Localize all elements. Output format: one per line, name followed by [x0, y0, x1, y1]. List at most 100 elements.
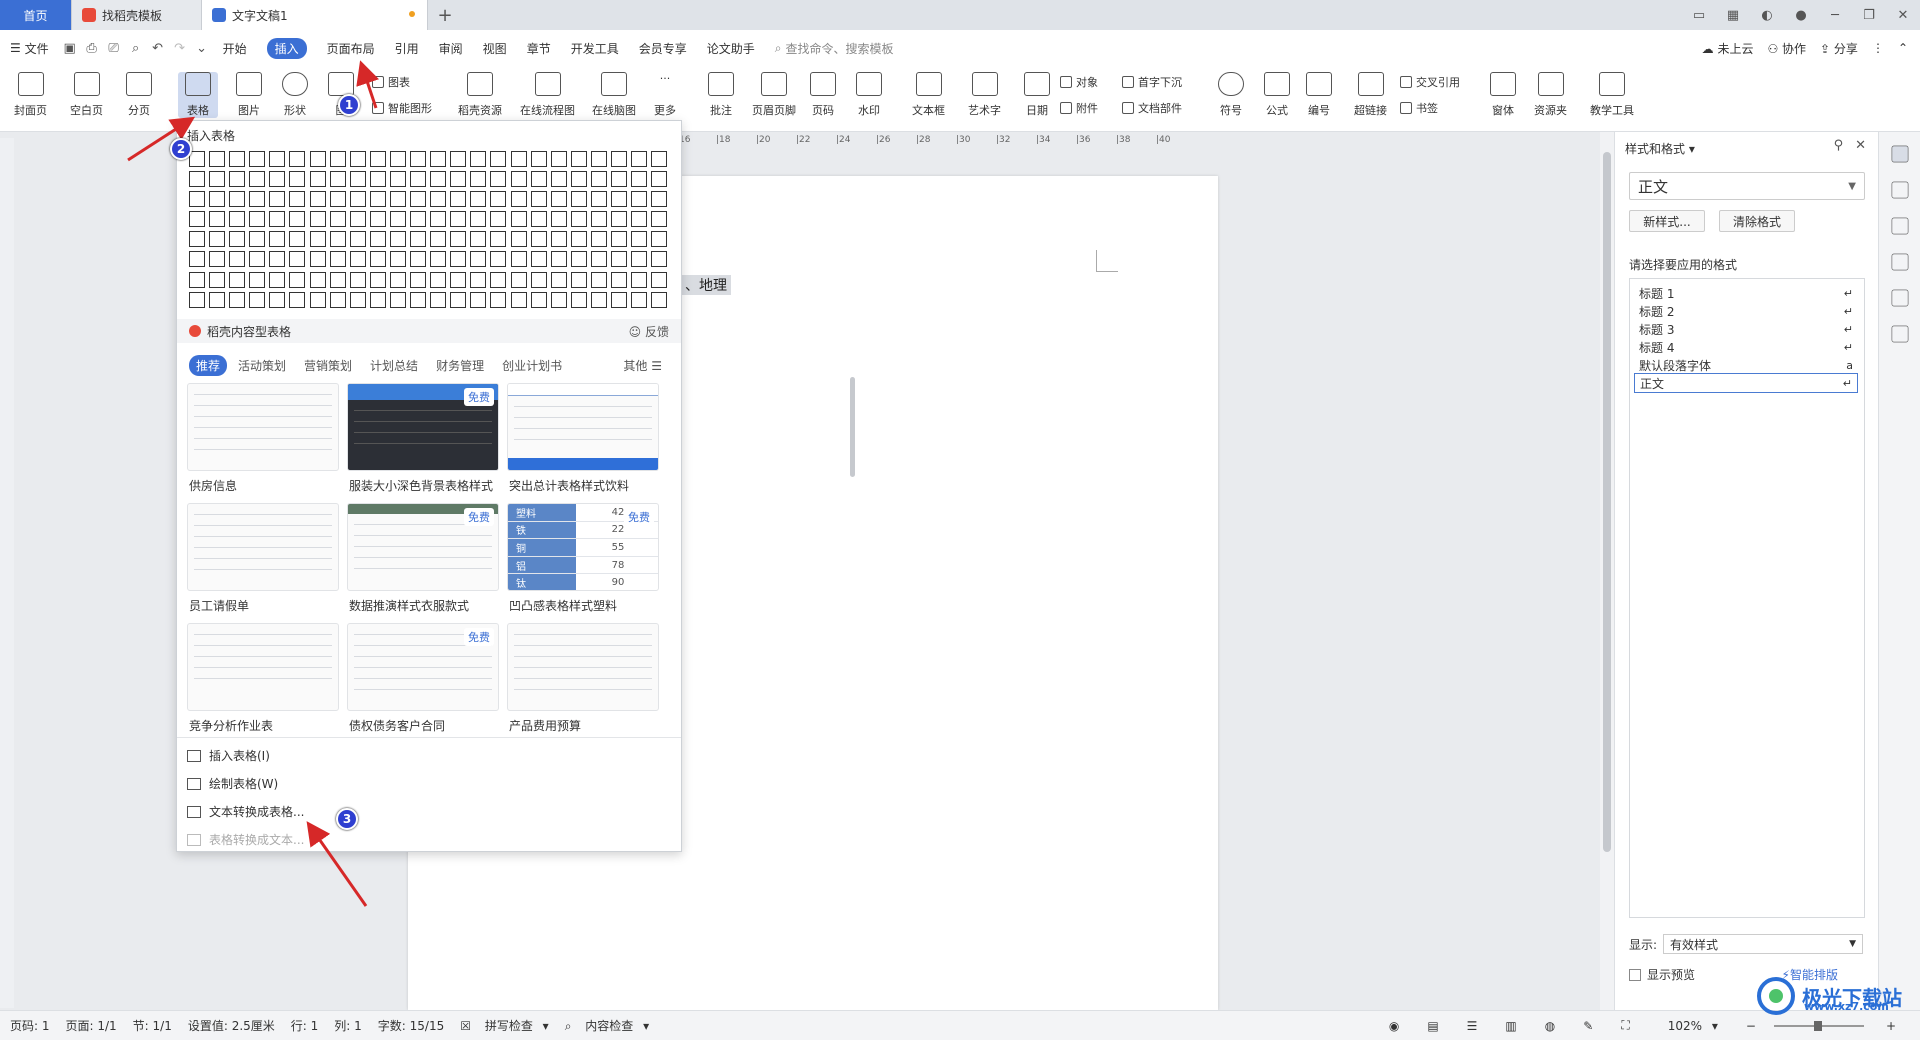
grid-cell[interactable] [570, 291, 587, 308]
crossref-button[interactable]: 交叉引用 [1400, 74, 1460, 90]
template-name[interactable]: 债权债务客户合同 [349, 717, 445, 734]
grid-cell[interactable] [470, 151, 487, 167]
grid-cell[interactable] [249, 271, 266, 288]
grid-cell[interactable] [590, 191, 607, 208]
grid-cell[interactable] [631, 171, 648, 188]
grid-cell[interactable] [510, 171, 527, 188]
grid-cell[interactable] [289, 231, 306, 248]
grid-cell[interactable] [510, 271, 527, 288]
more-button[interactable]: ··· 更多 [652, 72, 678, 118]
grid-cell[interactable] [369, 231, 386, 248]
grid-cell[interactable] [631, 291, 648, 308]
picture-button[interactable]: 图片 [236, 72, 262, 118]
grid-cell[interactable] [189, 251, 205, 268]
grid-cell[interactable] [490, 271, 507, 288]
grid-cell[interactable] [651, 151, 668, 167]
grid-cell[interactable] [309, 271, 326, 288]
grid-cell[interactable] [209, 191, 226, 208]
cloud-status[interactable]: ☁ 未上云 [1702, 40, 1754, 57]
menu-view[interactable]: 视图 [473, 30, 517, 66]
grid-cell[interactable] [590, 231, 607, 248]
grid-cell[interactable] [410, 251, 427, 268]
grid-cell[interactable] [410, 171, 427, 188]
menu-start[interactable]: 开始 [213, 30, 257, 66]
grid-cell[interactable] [570, 231, 587, 248]
grid-cell[interactable] [450, 211, 467, 228]
template-card[interactable] [187, 503, 339, 591]
grid-cell[interactable] [329, 151, 346, 167]
grid-cell[interactable] [570, 191, 587, 208]
grid-cell[interactable] [550, 211, 567, 228]
collapse-icon[interactable]: ⌃ [1898, 41, 1908, 55]
grid-cell[interactable] [550, 191, 567, 208]
grid-cell[interactable] [610, 151, 627, 167]
grid-cell[interactable] [369, 151, 386, 167]
blank-page-button[interactable]: 空白页 [70, 72, 103, 118]
write-view-icon[interactable]: ✎ [1583, 1019, 1593, 1033]
grid-cell[interactable] [530, 231, 547, 248]
template-card[interactable] [187, 623, 339, 711]
grid-cell[interactable] [570, 151, 587, 167]
cat-startup[interactable]: 创业计划书 [495, 355, 569, 376]
grid-cell[interactable] [510, 251, 527, 268]
menu-member[interactable]: 会员专享 [629, 30, 697, 66]
style-item[interactable]: 标题 1 ↵ [1634, 283, 1858, 303]
grid-cell[interactable] [410, 211, 427, 228]
grid-cell[interactable] [349, 231, 366, 248]
grid-cell[interactable] [329, 191, 346, 208]
minimize-button[interactable]: ─ [1818, 8, 1852, 23]
grid-cell[interactable] [329, 291, 346, 308]
cover-button[interactable]: 封面页 [14, 72, 47, 118]
style-item[interactable]: 标题 2 ↵ [1634, 301, 1858, 321]
status-words[interactable]: 字数: 15/15 [378, 1017, 444, 1034]
grid-cell[interactable] [189, 231, 205, 248]
grid-cell[interactable] [530, 271, 547, 288]
template-card[interactable]: 免费 [347, 503, 499, 591]
undo-icon[interactable]: ↶ [147, 37, 169, 59]
command-search[interactable]: ⌕ 查找命令、搜索模板 [775, 40, 894, 57]
grid-cell[interactable] [590, 211, 607, 228]
book-icon[interactable] [1891, 325, 1908, 343]
template-name[interactable]: 服装大小深色背景表格样式 [349, 477, 493, 494]
grid-cell[interactable] [289, 191, 306, 208]
grid-cell[interactable] [369, 191, 386, 208]
grid-cell[interactable] [289, 151, 306, 167]
grid-cell[interactable] [269, 211, 286, 228]
grid-cell[interactable] [349, 291, 366, 308]
menu-developer[interactable]: 开发工具 [561, 30, 629, 66]
pin-icon[interactable]: ⚲ [1834, 138, 1844, 153]
grid-cell[interactable] [430, 191, 447, 208]
clear-format-button[interactable]: 清除格式 [1719, 210, 1795, 232]
grid-cell[interactable] [229, 271, 246, 288]
fit-icon[interactable]: ⛶ [1621, 1018, 1629, 1033]
grid-cell[interactable] [389, 291, 406, 308]
template-card[interactable] [187, 383, 339, 471]
grid-cell[interactable] [651, 251, 668, 268]
grid-cell[interactable] [269, 171, 286, 188]
grid-cell[interactable] [289, 271, 306, 288]
grid-cell[interactable] [209, 171, 226, 188]
grid-cell[interactable] [209, 231, 226, 248]
grid-cell[interactable] [189, 151, 205, 167]
grid-cell[interactable] [189, 211, 205, 228]
grid-cell[interactable] [329, 251, 346, 268]
show-select[interactable]: 有效样式 ▼ [1663, 934, 1864, 954]
grid-cell[interactable] [450, 251, 467, 268]
grid-cell[interactable] [349, 251, 366, 268]
grid-cell[interactable] [610, 231, 627, 248]
form-button[interactable]: 窗体 [1490, 72, 1516, 118]
grid-cell[interactable] [309, 151, 326, 167]
grid-cell[interactable] [530, 251, 547, 268]
menu-reference[interactable]: 引用 [385, 30, 429, 66]
grid-cell[interactable] [550, 151, 567, 167]
close-button[interactable]: ✕ [1886, 8, 1920, 23]
grid-cell[interactable] [430, 171, 447, 188]
grid-cell[interactable] [369, 271, 386, 288]
grid-cell[interactable] [389, 211, 406, 228]
page-break-button[interactable]: 分页 [126, 72, 152, 118]
grid-cell[interactable] [269, 151, 286, 167]
menu-section[interactable]: 章节 [517, 30, 561, 66]
grid-cell[interactable] [550, 171, 567, 188]
export-icon[interactable]: ⎙ [81, 37, 103, 59]
grid-cell[interactable] [209, 271, 226, 288]
